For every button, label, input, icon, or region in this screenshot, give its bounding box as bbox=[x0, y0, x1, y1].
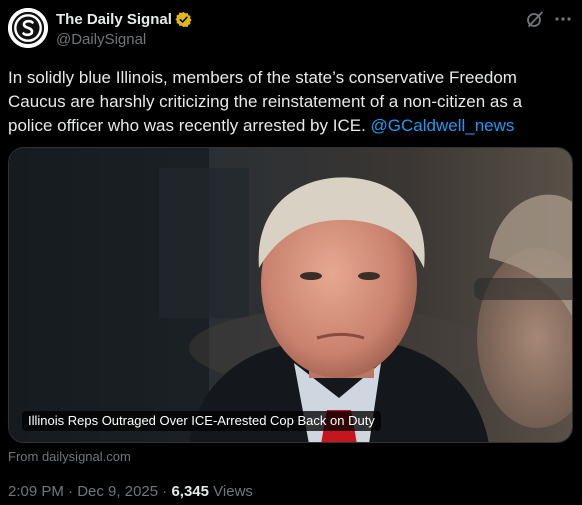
views-count[interactable]: 6,345 bbox=[171, 483, 209, 500]
mention-link[interactable]: @GCaldwell_news bbox=[371, 116, 515, 135]
meta-separator: · bbox=[158, 483, 172, 500]
meta-separator: · bbox=[63, 483, 78, 500]
grok-icon[interactable] bbox=[526, 10, 544, 28]
tweet: The Daily Signal @DailySignal In solidly… bbox=[0, 0, 582, 505]
tweet-time[interactable]: 2:09 PM bbox=[8, 483, 64, 500]
link-card[interactable]: Illinois Reps Outraged Over ICE-Arrested… bbox=[8, 147, 573, 443]
daily-signal-logo-icon bbox=[8, 8, 48, 48]
handle[interactable]: @DailySignal bbox=[56, 31, 146, 48]
card-caption: Illinois Reps Outraged Over ICE-Arrested… bbox=[22, 411, 381, 431]
avatar[interactable] bbox=[8, 8, 48, 48]
tweet-date[interactable]: Dec 9, 2025 bbox=[77, 483, 158, 500]
display-name[interactable]: The Daily Signal bbox=[56, 11, 172, 28]
name-row: The Daily Signal bbox=[56, 9, 192, 29]
article-photo bbox=[9, 148, 572, 442]
views-label: Views bbox=[209, 483, 253, 500]
more-icon[interactable] bbox=[553, 10, 573, 28]
card-source[interactable]: From dailysignal.com bbox=[8, 449, 131, 464]
tweet-meta: 2:09 PM · Dec 9, 2025 · 6,345 Views bbox=[8, 483, 253, 500]
tweet-text: In solidly blue Illinois, members of the… bbox=[8, 66, 568, 138]
verified-badge-icon[interactable] bbox=[175, 11, 192, 28]
